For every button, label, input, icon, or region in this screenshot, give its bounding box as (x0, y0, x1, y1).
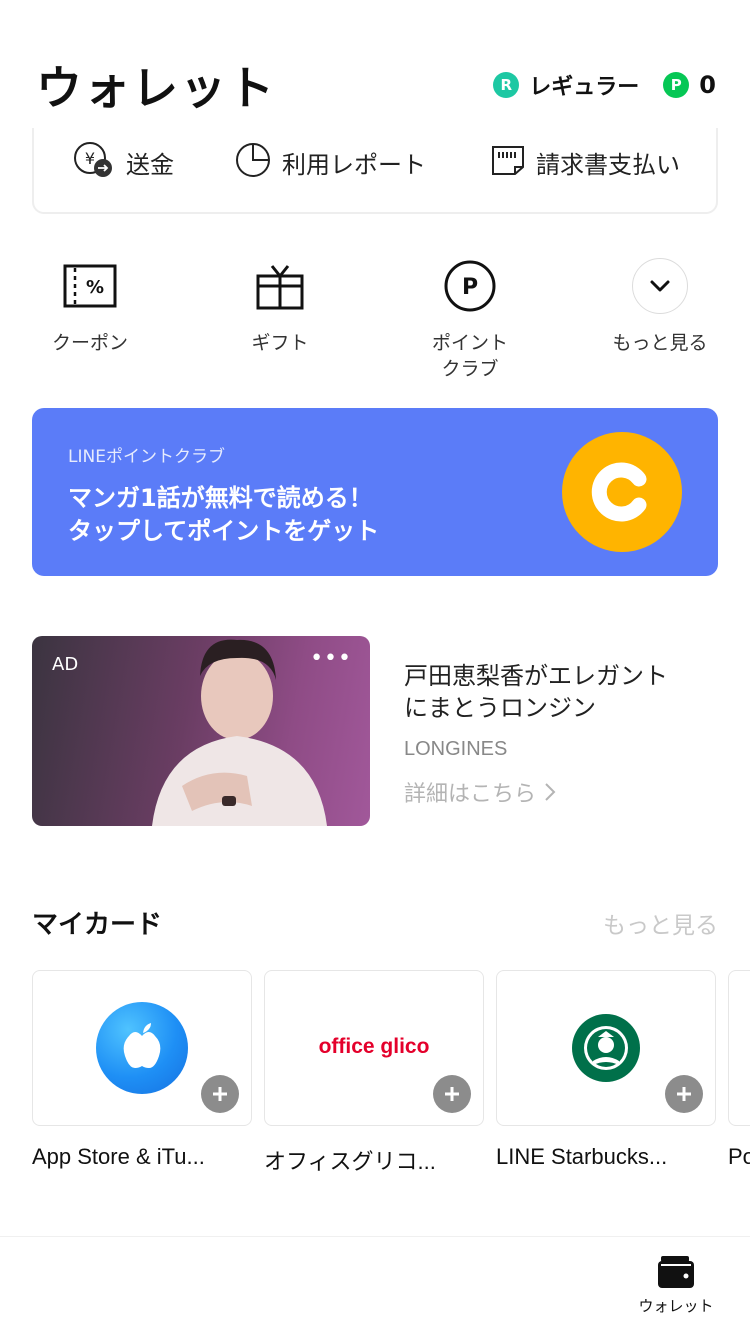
wallet-icon (634, 1255, 718, 1289)
svg-text:%: % (86, 277, 104, 298)
points-club-button[interactable]: P ポイント クラブ (400, 250, 540, 382)
my-cards-header: マイカード もっと見る (32, 904, 718, 944)
banner-kicker: LINEポイントクラブ (68, 447, 225, 467)
card-partial[interactable]: Po (728, 970, 750, 1170)
points-club-label: ポイント クラブ (400, 330, 540, 382)
ad-title: 戸田恵梨香がエレガント にまとうロンジン (404, 660, 668, 724)
pie-chart-icon (234, 141, 272, 183)
points-value[interactable]: 0 (699, 71, 716, 99)
apple-logo-icon (96, 1002, 188, 1094)
card-app-store[interactable]: App Store & iTu... (32, 970, 252, 1170)
ad-banner[interactable]: AD ••• 戸田恵梨香がエレガント にまとうロンジン LONGINES 詳細は… (32, 636, 718, 826)
coupon-icon: % (60, 256, 120, 316)
membership-status[interactable]: R レギュラー P 0 (493, 70, 716, 100)
gift-button[interactable]: ギフト (210, 250, 350, 356)
gift-label: ギフト (251, 332, 309, 354)
usage-report-button[interactable]: 利用レポート (234, 142, 426, 182)
yen-transfer-icon: ¥ (72, 140, 116, 184)
card-tile[interactable] (728, 970, 750, 1126)
points-club-label-line1: ポイント (431, 332, 508, 354)
ad-image[interactable]: AD ••• (32, 636, 370, 826)
bill-pay-button[interactable]: 請求書支払い (490, 142, 680, 182)
my-cards-title: マイカード (32, 910, 163, 940)
more-menu-label: もっと見る (612, 332, 708, 354)
transfer-button[interactable]: ¥ 送金 (72, 142, 174, 182)
banner-headline-2: タップしてポイントをゲット (68, 517, 380, 545)
ad-details-label: 詳細はこちら (404, 782, 537, 807)
rank-badge-icon: R (493, 72, 520, 98)
chevron-down-icon (632, 258, 688, 314)
card-tile[interactable] (496, 970, 716, 1126)
rank-label[interactable]: レギュラー (529, 69, 639, 101)
my-cards-list: App Store & iTu... office glico オフィスグリコ.… (32, 970, 750, 1180)
card-tile[interactable]: office glico (264, 970, 484, 1126)
more-menu-button[interactable]: もっと見る (590, 250, 730, 356)
tab-wallet[interactable]: ウォレット (634, 1255, 718, 1316)
bill-pay-label: 請求書支払い (536, 150, 680, 179)
ad-brand: LONGINES (404, 738, 508, 760)
bottom-tab-bar: ウォレット (0, 1236, 750, 1334)
card-starbucks[interactable]: LINE Starbucks... (496, 970, 716, 1170)
card-name: App Store & iTu... (32, 1144, 205, 1169)
page-title: ウォレット (36, 61, 276, 115)
card-tile[interactable] (32, 970, 252, 1126)
starbucks-logo-icon (571, 1013, 641, 1087)
ad-title-line2: にまとうロンジン (404, 694, 596, 722)
svg-text:¥: ¥ (85, 149, 95, 168)
points-club-label-line2: クラブ (441, 358, 499, 380)
svg-text:P: P (462, 275, 478, 300)
points-badge-icon: P (663, 72, 690, 98)
office-glico-logo: office glico (318, 1035, 430, 1058)
add-card-icon[interactable] (665, 1075, 703, 1113)
my-cards-more-link[interactable]: もっと見る (603, 906, 718, 940)
coupon-button[interactable]: % クーポン (20, 250, 160, 356)
ad-label: AD (52, 654, 79, 675)
card-office-glico[interactable]: office glico オフィスグリコ... (264, 970, 484, 1176)
quick-menu: % クーポン ギフト P ポイント クラブ もっと見る (0, 250, 750, 390)
ad-details-link[interactable]: 詳細はこちら (404, 776, 556, 808)
transfer-label: 送金 (126, 150, 174, 179)
gift-icon (250, 256, 310, 316)
points-club-banner[interactable]: LINEポイントクラブ マンガ1話が無料で読める！ タップしてポイントをゲット (32, 408, 718, 576)
coupon-label: クーポン (51, 332, 128, 354)
header: ウォレット R レギュラー P 0 (0, 0, 750, 128)
add-card-icon[interactable] (201, 1075, 239, 1113)
more-icon-wrap (630, 256, 690, 316)
card-name: LINE Starbucks... (496, 1144, 668, 1169)
usage-report-label: 利用レポート (282, 150, 426, 179)
invoice-icon (490, 143, 526, 181)
add-card-icon[interactable] (433, 1075, 471, 1113)
points-circle-icon: P (440, 256, 500, 316)
banner-headline-1: マンガ1話が無料で読める！ (68, 484, 373, 512)
ad-title-line1: 戸田恵梨香がエレガント (404, 662, 668, 690)
more-dots-icon[interactable]: ••• (310, 646, 352, 671)
card-name: Po (728, 1144, 750, 1169)
wallet-actions-card: ¥ 送金 利用レポート 請求書支払い (32, 128, 718, 214)
coin-c-icon (562, 432, 682, 552)
tab-wallet-label: ウォレット (638, 1297, 714, 1315)
card-name: オフィスグリコ... (264, 1149, 436, 1174)
chevron-right-icon (544, 782, 556, 802)
